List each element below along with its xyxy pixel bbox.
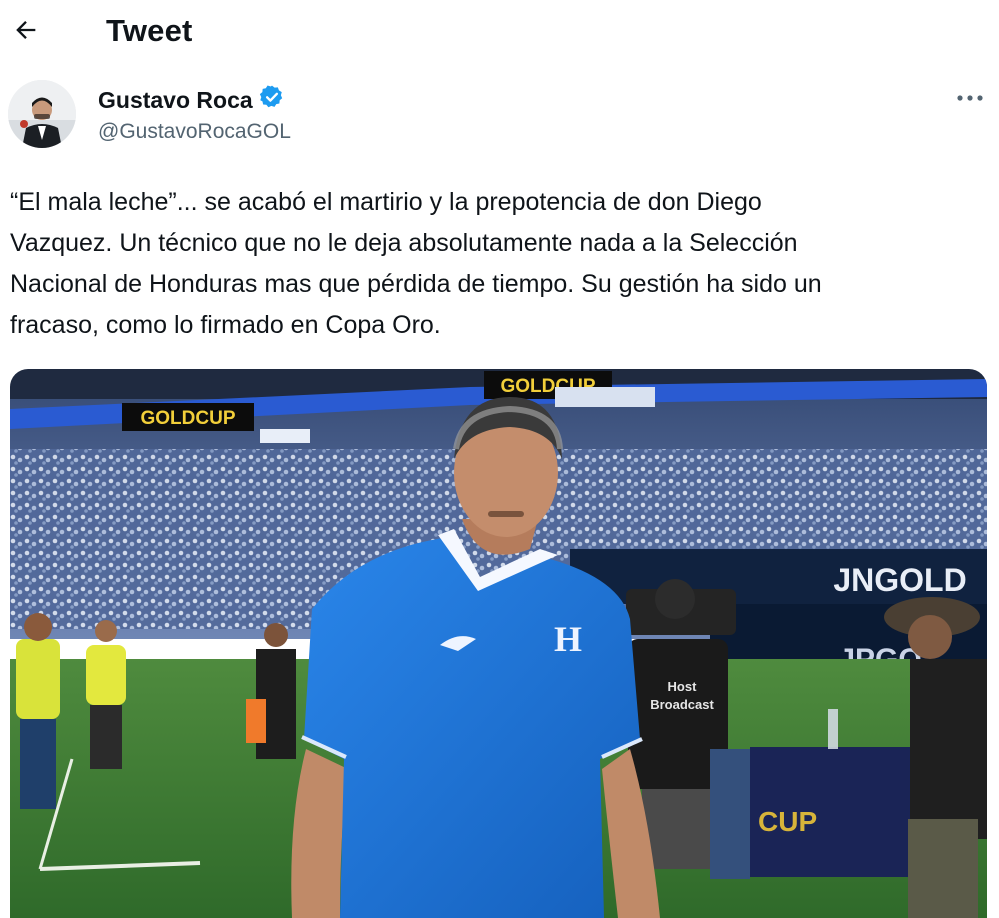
stadium-photo: GOLDCUP GOLDCUP JNGOLD JPGO [10,369,987,918]
arrow-left-icon [12,16,40,49]
tweet-header: Tweet [0,0,999,64]
tweet-text: “El mala leche”... se acabó el martirio … [10,182,990,346]
back-button[interactable] [8,14,44,50]
tweet-text-line: “El mala leche”... se acabó el martirio … [10,188,762,216]
author-name-row[interactable]: Gustavo Roca [98,84,285,116]
camera-vest-line1: Host [668,679,698,694]
author-handle[interactable]: @GustavoRocaGOL [98,120,291,144]
goldcup-banner-left: GOLDCUP [141,408,236,429]
tweet-media-photo[interactable]: GOLDCUP GOLDCUP JNGOLD JPGO [10,369,987,918]
verified-badge-icon [259,84,285,116]
tweet-text-line: fracaso, como lo firmado en Copa Oro. [10,311,441,339]
avatar[interactable] [8,80,76,148]
more-button[interactable] [950,84,990,112]
tweet-text-line: Vazquez. Un técnico que no le deja absol… [10,229,798,257]
led-board-text: JNGOLD [833,562,966,598]
jersey-crest-letter: H [554,619,582,659]
camera-vest-line2: Broadcast [650,697,714,712]
table-cloth-text: CUP [758,806,817,837]
tweet-text-line: Nacional de Honduras mas que pérdida de … [10,270,822,298]
author-name: Gustavo Roca [98,86,253,113]
more-horizontal-icon [956,89,984,107]
page-title: Tweet [106,13,193,48]
